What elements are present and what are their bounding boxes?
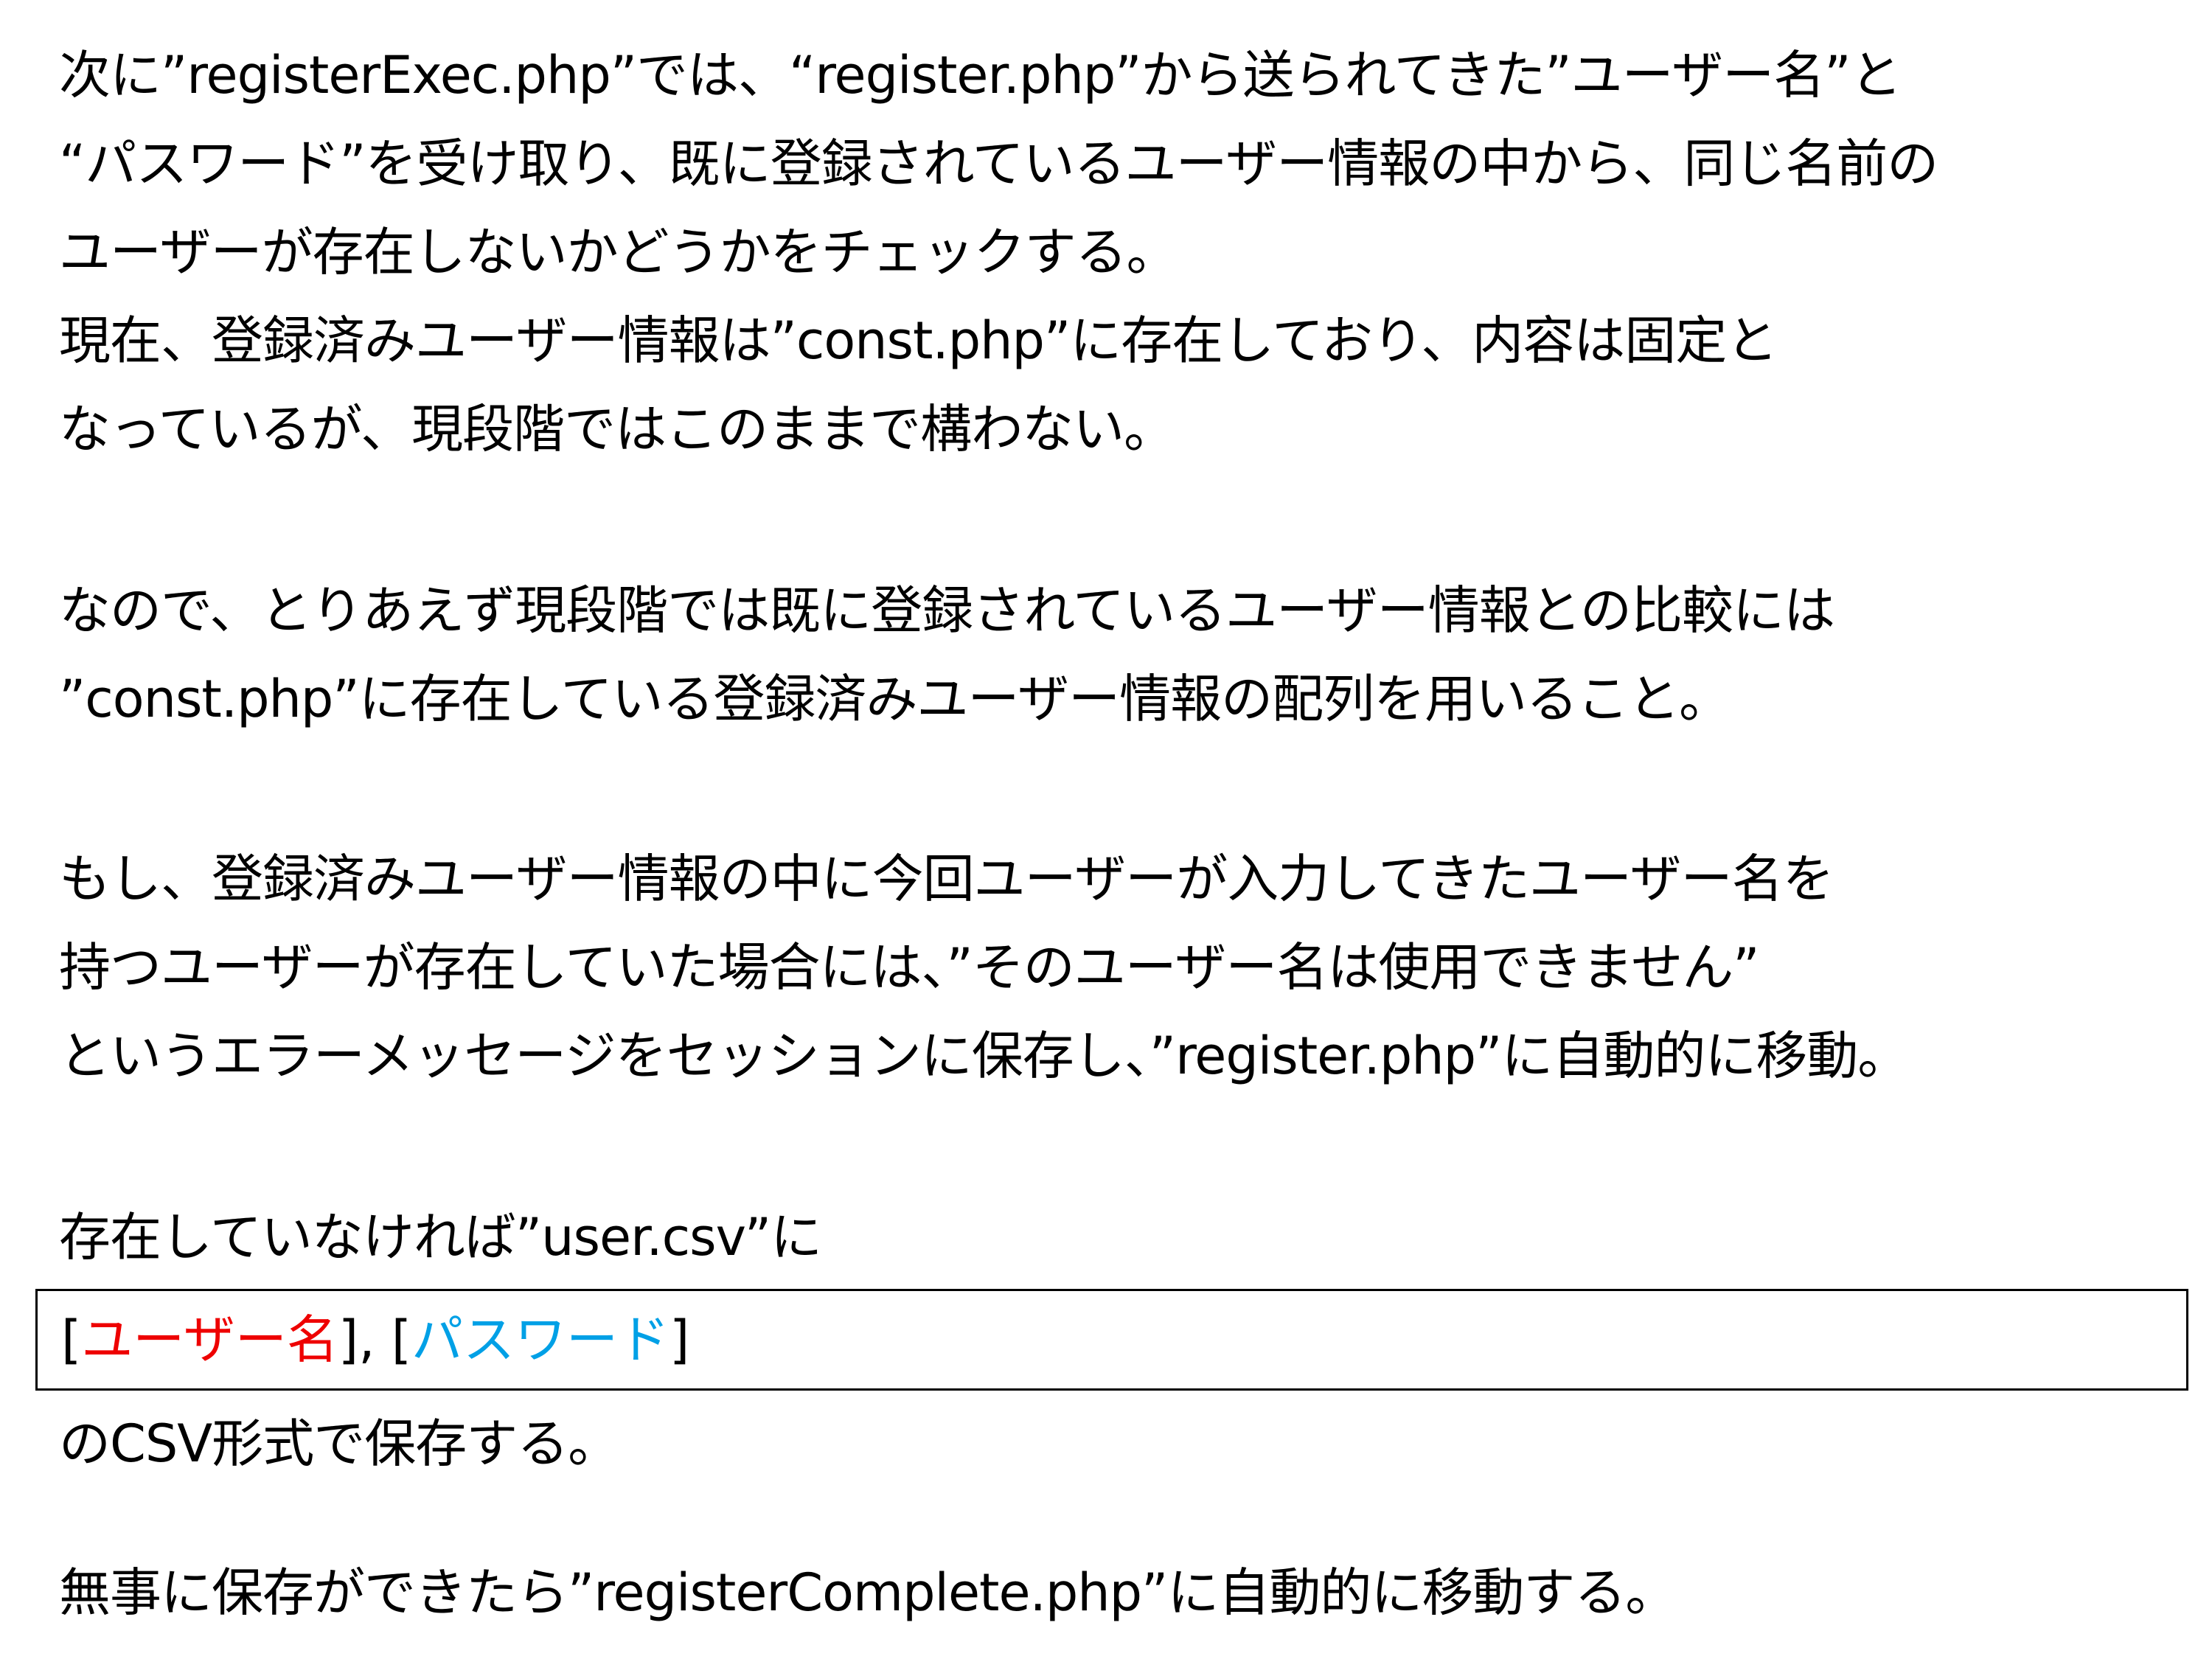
paragraph-1-line-1: 次に”registerExec.php”では、“register.php”から送… xyxy=(59,45,1902,105)
paragraph-4-intro: 存在していなければ”user.csv”に xyxy=(59,1207,822,1267)
paragraph-3-line-2: 持つユーザーが存在していた場合には、”そのユーザー名は使用できません” xyxy=(59,937,1760,998)
csv-format-box: [ユーザー名], [パスワード] xyxy=(35,1289,2188,1391)
paragraph-1-line-2: “パスワード”を受け取り、既に登録されているユーザー情報の中から、同じ名前の xyxy=(59,133,1938,194)
paragraph-3-line-1: もし、登録済みユーザー情報の中に今回ユーザーが入力してきたユーザー名を xyxy=(59,849,1834,909)
paragraph-1-line-5: なっているが、現段階ではこのままで構わない。 xyxy=(59,399,1175,459)
paragraph-5: 無事に保存ができたら”registerComplete.php”に自動的に移動す… xyxy=(59,1562,1677,1623)
csv-bracket-close: ] xyxy=(669,1310,690,1370)
paragraph-3-line-3: というエラーメッセージをセッションに保存し、”register.php”に自動的… xyxy=(59,1026,1909,1086)
csv-field-password: パスワード xyxy=(411,1310,670,1370)
paragraph-1-line-3: ユーザーが存在しないかどうかをチェックする。 xyxy=(59,222,1178,282)
csv-separator: ], [ xyxy=(338,1310,412,1370)
csv-field-username: ユーザー名 xyxy=(81,1310,338,1370)
paragraph-4-outro: のCSV形式で保存する。 xyxy=(59,1413,619,1474)
csv-format-example: [ユーザー名], [パスワード] xyxy=(61,1303,689,1377)
csv-bracket-open: [ xyxy=(61,1310,82,1370)
document-page: 次に”registerExec.php”では、“register.php”から送… xyxy=(0,0,2212,1659)
paragraph-2-line-1: なので、とりあえず現段階では既に登録されているユーザー情報との比較には xyxy=(59,580,1835,641)
paragraph-2-line-2: ”const.php”に存在している登録済みユーザー情報の配列を用いること。 xyxy=(59,669,1731,729)
paragraph-1-line-4: 現在、登録済みユーザー情報は”const.php”に存在しており、内容は固定と xyxy=(59,310,1778,371)
